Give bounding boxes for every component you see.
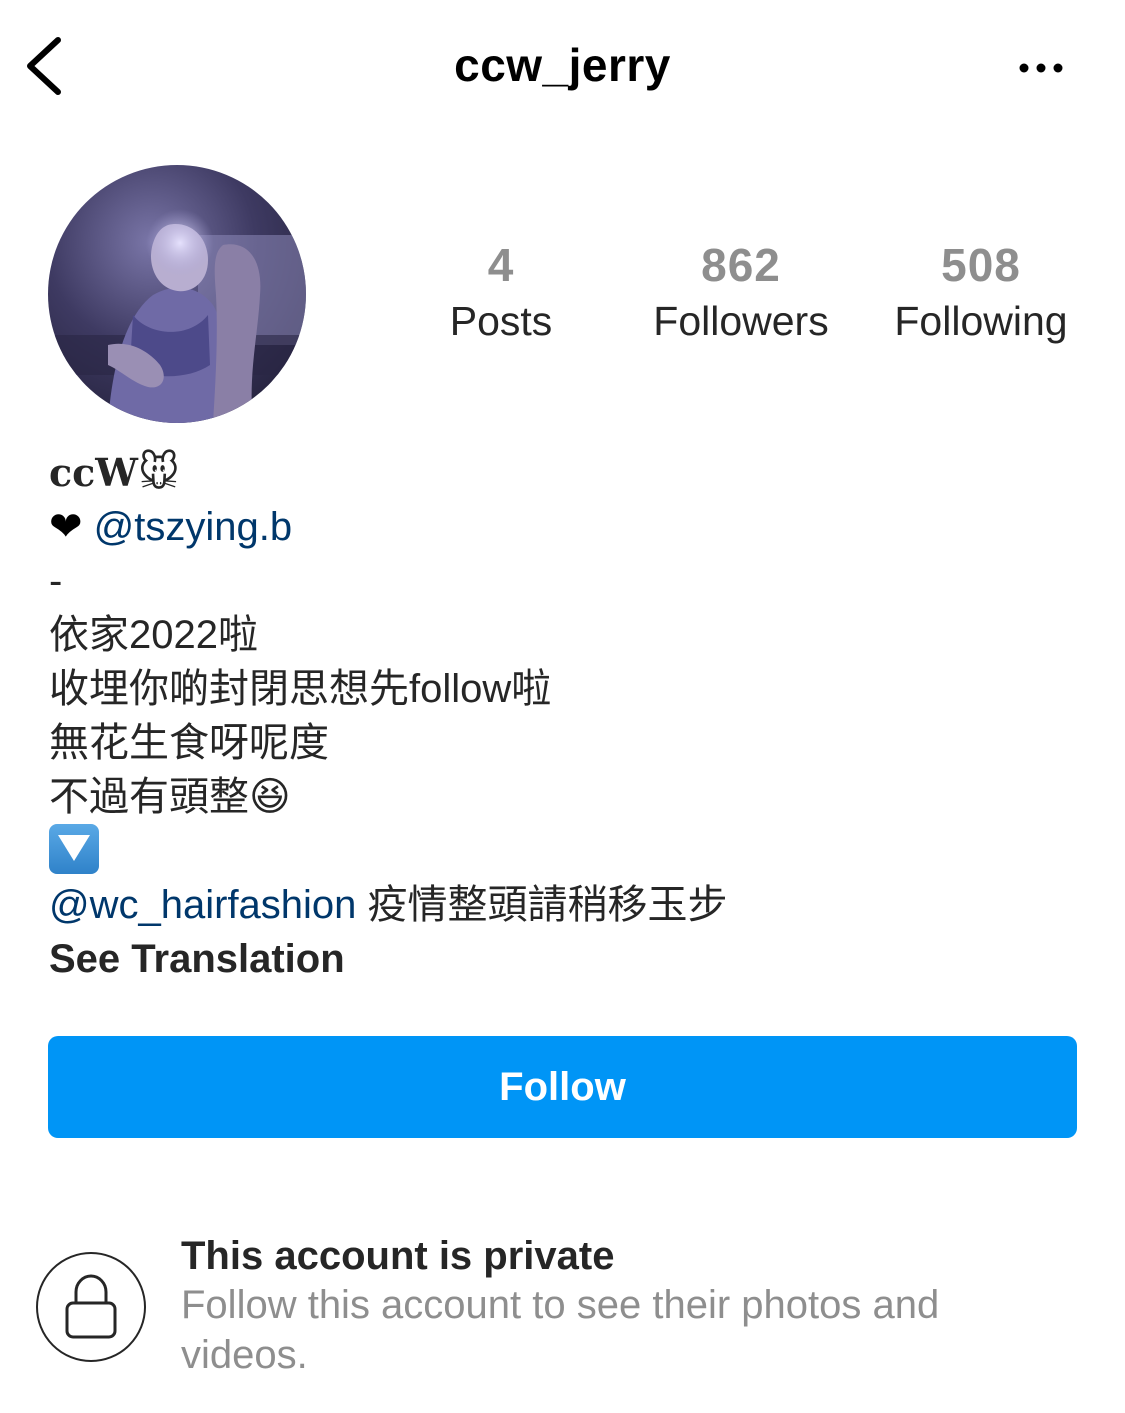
followers-label: Followers xyxy=(653,298,829,344)
mouse-emoji-icon: 🐭 xyxy=(137,451,180,495)
followers-count: 862 xyxy=(701,239,781,291)
posts-stat[interactable]: 4 Posts xyxy=(381,236,621,348)
bio-shop-line: @wc_hairfashion 疫情整頭請稍移玉步 xyxy=(49,878,1089,932)
profile-avatar[interactable] xyxy=(48,165,306,423)
profile-bio: ccW🐭 ❤ @tszying.b - 依家2022啦 收埋你啲封閉思想先fol… xyxy=(49,446,1089,986)
bio-line-3: 無花生食呀呢度 xyxy=(49,721,329,765)
private-account-title: This account is private xyxy=(181,1234,615,1278)
posts-label: Posts xyxy=(449,298,553,344)
more-options-icon[interactable] xyxy=(1014,56,1070,80)
bio-dash: - xyxy=(49,559,63,603)
lock-icon xyxy=(36,1252,146,1362)
bio-partner-line: ❤ @tszying.b xyxy=(49,500,1089,554)
profile-page: ccw_jerry 4 Posts 862 Followers 508 Foll… xyxy=(0,0,1125,1413)
following-stat[interactable]: 508 Following xyxy=(861,236,1101,348)
heart-icon: ❤ xyxy=(49,505,83,549)
bio-line-4-text: 不過有頭整 xyxy=(49,775,249,819)
shop-text: 疫情整頭請稍移玉步 xyxy=(356,883,728,927)
see-translation-button[interactable]: See Translation xyxy=(49,937,345,981)
shop-mention-link[interactable]: @wc_hairfashion xyxy=(49,883,356,927)
display-name: ccW xyxy=(49,450,138,495)
followers-stat[interactable]: 862 Followers xyxy=(621,236,861,348)
follow-button[interactable]: Follow xyxy=(48,1036,1077,1138)
laughing-emoji-icon: 😆 xyxy=(249,775,291,819)
partner-mention-link[interactable]: @tszying.b xyxy=(94,505,292,549)
private-account-subtitle: Follow this account to see their photos … xyxy=(181,1283,940,1377)
down-arrow-button-icon xyxy=(49,824,99,874)
bio-line-1: 依家2022啦 xyxy=(49,613,258,657)
bio-name-line: ccW🐭 xyxy=(49,446,1089,500)
bio-down-arrow-line xyxy=(49,824,1089,878)
following-label: Following xyxy=(894,298,1068,344)
following-count: 508 xyxy=(941,239,1021,291)
profile-username: ccw_jerry xyxy=(454,39,671,91)
bio-line-4: 不過有頭整😆 xyxy=(49,770,1089,824)
bio-line-2: 收埋你啲封閉思想先follow啦 xyxy=(49,667,552,711)
see-translation-line: See Translation xyxy=(49,932,1089,986)
posts-count: 4 xyxy=(487,239,515,291)
